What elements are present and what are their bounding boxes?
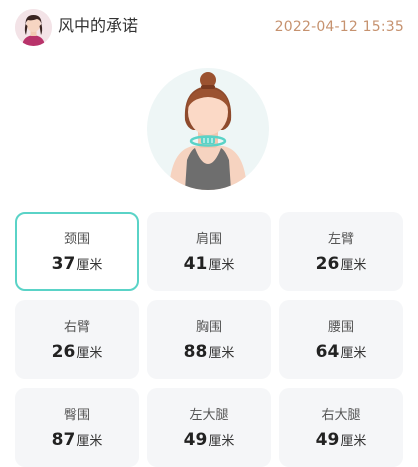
- measurement-label: 左大腿: [189, 408, 229, 423]
- measurement-label: 颈围: [63, 232, 90, 247]
- measurement-label: 左臂: [327, 232, 354, 247]
- measurement-card-right-thigh[interactable]: 右大腿 49厘米: [279, 388, 403, 467]
- measurement-card-right-arm[interactable]: 右臂 26厘米: [15, 300, 139, 379]
- measurement-label: 臀围: [63, 408, 90, 423]
- measurement-label: 肩围: [195, 232, 222, 247]
- measurement-card-left-arm[interactable]: 左臂 26厘米: [279, 212, 403, 291]
- measurement-value: 87: [51, 430, 76, 450]
- measurement-value: 49: [315, 430, 340, 450]
- measurement-label: 右臂: [63, 320, 90, 335]
- measurement-card-shoulder[interactable]: 肩围 41厘米: [147, 212, 271, 291]
- measurement-unit: 厘米: [340, 434, 367, 449]
- measurement-unit: 厘米: [208, 434, 235, 449]
- measurement-value: 64: [315, 342, 340, 362]
- measurement-label: 胸围: [195, 320, 222, 335]
- measurement-card-chest[interactable]: 胸围 88厘米: [147, 300, 271, 379]
- measurement-unit: 厘米: [76, 434, 103, 449]
- measurement-unit: 厘米: [208, 346, 235, 361]
- measurement-value: 26: [315, 254, 340, 274]
- measurement-unit: 厘米: [340, 346, 367, 361]
- measurement-value: 49: [183, 430, 208, 450]
- measurement-value: 88: [183, 342, 208, 362]
- measurement-unit: 厘米: [76, 346, 103, 361]
- measurement-grid: 颈围 37厘米 肩围 41厘米 左臂 26厘米 右臂 26厘米 胸围 88厘米 …: [0, 0, 418, 467]
- measurement-unit: 厘米: [340, 258, 367, 273]
- measurement-card-hip[interactable]: 臀围 87厘米: [15, 388, 139, 467]
- measurement-value: 26: [51, 342, 76, 362]
- measurement-unit: 厘米: [76, 258, 103, 273]
- measurement-card-left-thigh[interactable]: 左大腿 49厘米: [147, 388, 271, 467]
- measurement-label: 右大腿: [321, 408, 361, 423]
- measurement-label: 腰围: [327, 320, 354, 335]
- measurement-card-neck[interactable]: 颈围 37厘米: [15, 212, 139, 291]
- measurement-value: 41: [183, 254, 208, 274]
- measurement-unit: 厘米: [208, 258, 235, 273]
- measurement-card-waist[interactable]: 腰围 64厘米: [279, 300, 403, 379]
- measurement-value: 37: [51, 254, 76, 274]
